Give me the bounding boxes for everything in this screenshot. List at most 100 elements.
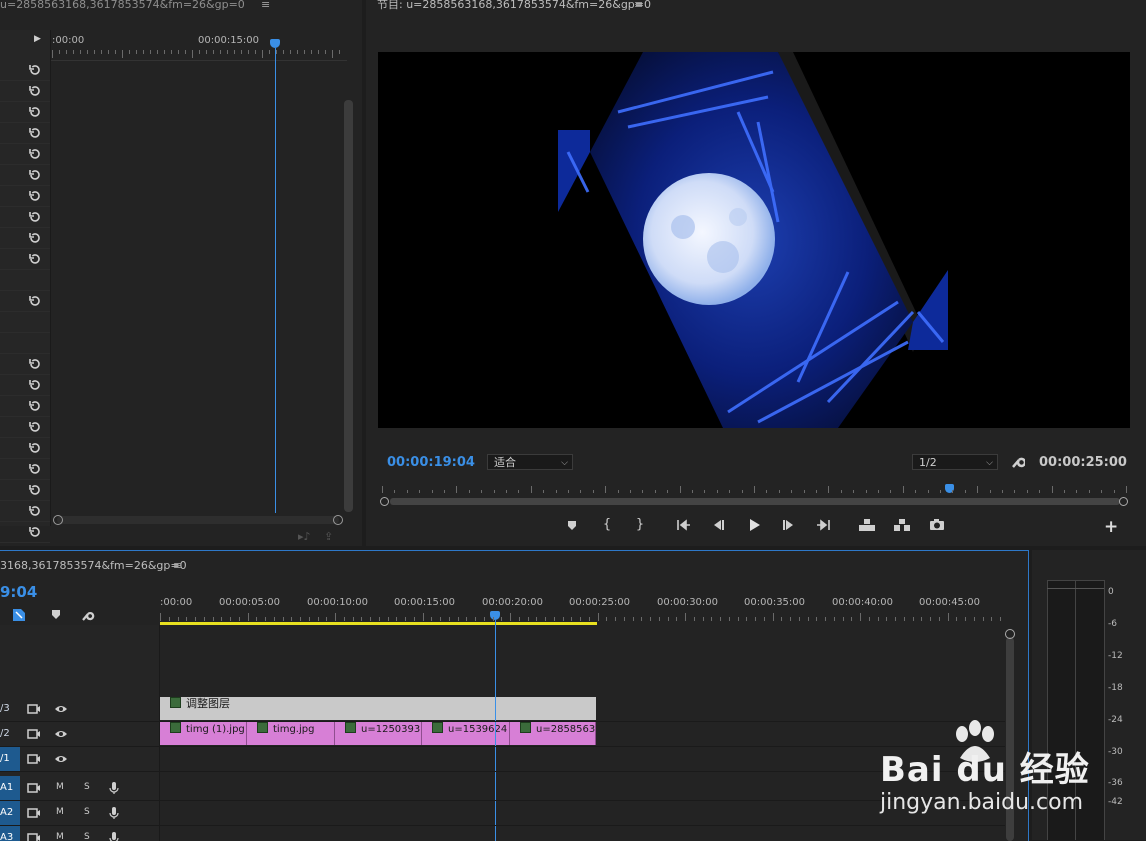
reset-parameter-icon[interactable] [28, 294, 42, 308]
track-lane[interactable] [160, 721, 1005, 722]
track-target-label[interactable]: /2 [0, 722, 20, 746]
clip-timg[interactable]: timg.jpg [247, 722, 335, 745]
camera-icon[interactable] [928, 516, 946, 534]
step-forward-button[interactable] [780, 516, 798, 534]
track-header[interactable]: /3 [0, 697, 159, 722]
timeline-current-time[interactable]: 9:04 [0, 583, 37, 601]
sync-lock-icon[interactable] [27, 703, 41, 715]
program-scrollbar[interactable] [390, 498, 1120, 505]
ec-horizontal-scrollbar[interactable] [57, 516, 339, 524]
scroll-handle-right[interactable] [1119, 497, 1128, 506]
play-button[interactable] [745, 516, 763, 534]
add-marker-icon[interactable] [50, 609, 62, 624]
eye-icon[interactable] [54, 728, 68, 740]
track-target-label[interactable]: A1 [0, 776, 20, 800]
reset-parameter-icon[interactable] [28, 147, 42, 161]
clip-u1539624[interactable]: u=1539624 [422, 722, 510, 745]
lift-button[interactable] [857, 516, 875, 534]
go-to-out-button[interactable] [814, 516, 832, 534]
go-to-in-button[interactable] [675, 516, 693, 534]
reset-parameter-icon[interactable] [28, 441, 42, 455]
track-lane[interactable] [160, 771, 1005, 772]
wrench-icon[interactable] [81, 608, 95, 625]
scroll-handle-right[interactable] [333, 515, 343, 525]
sync-lock-icon[interactable] [27, 782, 41, 794]
track-target-label[interactable]: /1 [0, 747, 20, 771]
track-header[interactable]: A2 M S [0, 801, 159, 826]
track-header[interactable]: A3 M S [0, 826, 159, 841]
microphone-icon[interactable] [108, 781, 120, 795]
ec-vertical-scrollbar[interactable] [344, 100, 353, 512]
eye-icon[interactable] [54, 753, 68, 765]
reset-parameter-icon[interactable] [28, 420, 42, 434]
expand-arrow-icon[interactable]: ▶ [34, 34, 41, 44]
property-row [0, 165, 50, 186]
extract-button[interactable] [892, 516, 910, 534]
ruler-tick [816, 617, 818, 621]
video-canvas[interactable] [378, 52, 1130, 428]
playback-resolution-select[interactable]: 1/2 ⌵ [912, 454, 998, 470]
clip-u1250393[interactable]: u=1250393 [335, 722, 422, 745]
ruler-tick [702, 617, 704, 621]
reset-parameter-icon[interactable] [28, 483, 42, 497]
track-target-label[interactable]: /3 [0, 697, 20, 721]
track-lane[interactable] [160, 825, 1005, 826]
adjustment-layer-clip[interactable]: 调整图层 [160, 697, 596, 720]
ruler-tick [311, 50, 312, 54]
reset-parameter-icon[interactable] [28, 231, 42, 245]
step-back-button[interactable] [709, 516, 727, 534]
microphone-icon[interactable] [108, 806, 120, 820]
mute-button[interactable]: M [56, 782, 64, 792]
reset-parameter-icon[interactable] [28, 105, 42, 119]
ruler-tick [991, 617, 993, 621]
add-button[interactable]: + [1104, 517, 1118, 537]
clip-timg1[interactable]: timg (1).jpg [160, 722, 247, 745]
reset-parameter-icon[interactable] [28, 399, 42, 413]
reset-parameter-icon[interactable] [28, 378, 42, 392]
fx-badge-icon [257, 722, 268, 733]
wrench-icon[interactable] [1011, 453, 1027, 472]
reset-parameter-icon[interactable] [28, 189, 42, 203]
solo-button[interactable]: S [84, 782, 90, 792]
reset-parameter-icon[interactable] [28, 168, 42, 182]
clip-u2858563[interactable]: u=2858563 [510, 722, 596, 745]
sync-lock-icon[interactable] [27, 728, 41, 740]
reset-parameter-icon[interactable] [28, 357, 42, 371]
track-header[interactable]: A1 M S [0, 776, 159, 801]
track-header[interactable]: /1 [0, 747, 159, 772]
mark-out-button[interactable]: } [631, 516, 649, 534]
reset-parameter-icon[interactable] [28, 210, 42, 224]
sync-lock-icon[interactable] [27, 753, 41, 765]
reset-parameter-icon[interactable] [28, 525, 42, 539]
snap-icon[interactable] [12, 608, 26, 625]
scroll-handle-left[interactable] [53, 515, 63, 525]
reset-parameter-icon[interactable] [28, 504, 42, 518]
track-lane[interactable] [160, 800, 1005, 801]
reset-parameter-icon[interactable] [28, 126, 42, 140]
zoom-level-select[interactable]: 适合 ⌵ [487, 454, 573, 470]
add-marker-button[interactable] [563, 516, 581, 534]
reset-parameter-icon[interactable] [28, 63, 42, 77]
panel-menu-icon[interactable]: ≡ [634, 0, 643, 11]
solo-button[interactable]: S [84, 807, 90, 817]
ruler-tick [248, 50, 249, 54]
reset-parameter-icon[interactable] [28, 84, 42, 98]
reset-parameter-icon[interactable] [28, 252, 42, 266]
track-lane[interactable] [160, 746, 1005, 747]
sync-lock-icon[interactable] [27, 807, 41, 819]
track-target-label[interactable]: A2 [0, 801, 20, 825]
track-target-label[interactable]: A3 [0, 826, 20, 841]
play-audio-icon[interactable]: ▸♪ [298, 530, 311, 543]
ruler-tick [803, 490, 805, 493]
panel-menu-icon[interactable]: ≡ [261, 0, 270, 11]
reset-parameter-icon[interactable] [28, 462, 42, 476]
scroll-handle-top[interactable] [1005, 629, 1015, 639]
program-current-time[interactable]: 00:00:19:04 [387, 455, 475, 470]
scroll-handle-left[interactable] [380, 497, 389, 506]
track-header[interactable]: /2 [0, 722, 159, 747]
eye-icon[interactable] [54, 703, 68, 715]
panel-menu-icon[interactable]: ≡ [173, 560, 182, 572]
export-icon[interactable]: ⇪ [324, 530, 333, 543]
mark-in-button[interactable]: { [598, 516, 616, 534]
mute-button[interactable]: M [56, 807, 64, 817]
